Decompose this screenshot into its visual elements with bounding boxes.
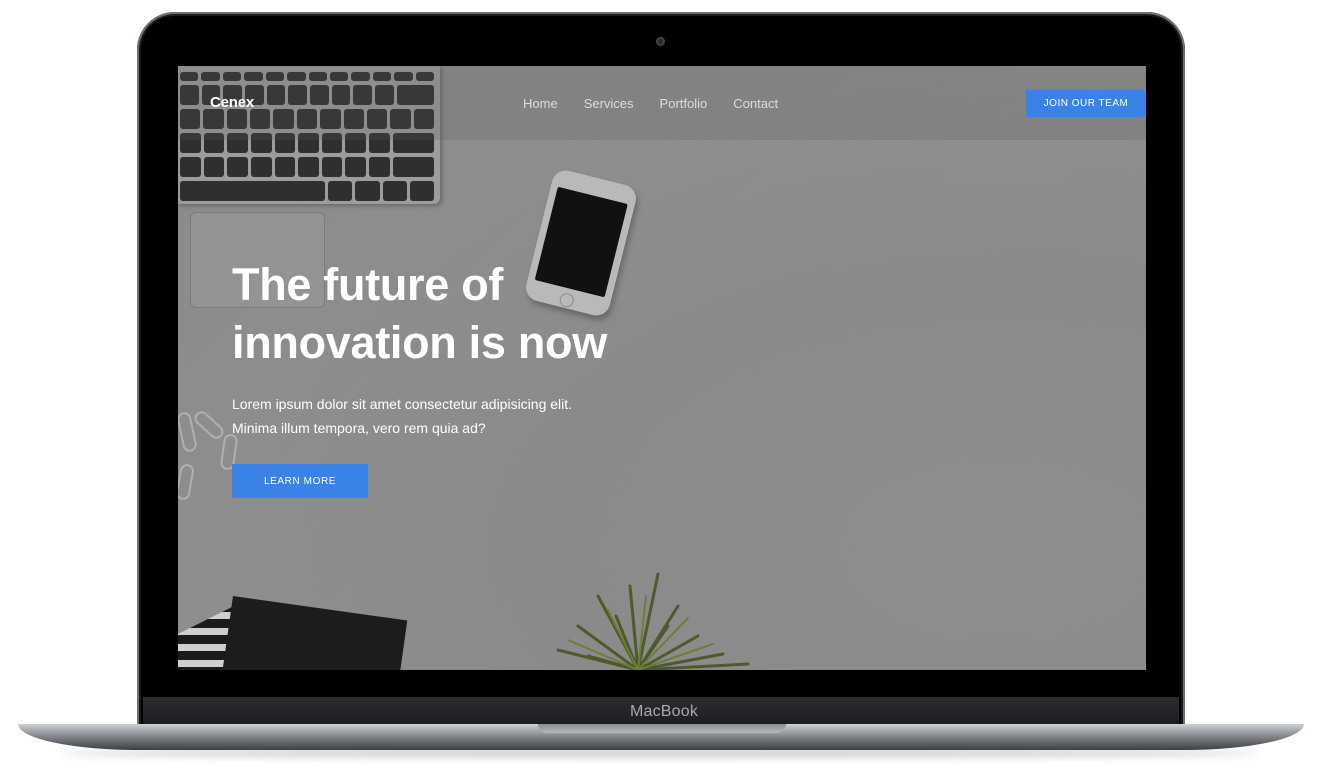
hero-title: The future of innovation is now — [232, 256, 752, 372]
hero-title-line: innovation is now — [232, 317, 607, 368]
notebook-photo — [219, 596, 408, 670]
hero-subtitle: Lorem ipsum dolor sit amet consectetur a… — [232, 392, 632, 440]
brand-logo[interactable]: Cenex — [210, 94, 254, 111]
nav-portfolio[interactable]: Portfolio — [660, 96, 708, 111]
laptop-notch — [538, 724, 786, 733]
paperclip-icon — [178, 463, 196, 501]
nav-services[interactable]: Services — [584, 96, 634, 111]
nav-home[interactable]: Home — [523, 96, 558, 111]
hero-subtitle-line: Minima illum tempora, vero rem quia ad? — [232, 420, 486, 436]
nav-contact[interactable]: Contact — [733, 96, 778, 111]
learn-more-button[interactable]: LEARN MORE — [232, 464, 368, 498]
website-screen: Cenex Home Services Portfolio Contact JO… — [178, 66, 1146, 670]
plant-photo — [556, 572, 750, 670]
join-our-team-button[interactable]: JOIN OUR TEAM — [1026, 90, 1146, 117]
webcam-icon — [656, 37, 665, 46]
main-nav: Home Services Portfolio Contact — [523, 96, 778, 111]
device-label: MacBook — [629, 703, 699, 720]
hero-title-line: The future of — [232, 259, 504, 310]
hero-subtitle-line: Lorem ipsum dolor sit amet consectetur a… — [232, 396, 573, 412]
paperclip-icon — [191, 408, 227, 442]
